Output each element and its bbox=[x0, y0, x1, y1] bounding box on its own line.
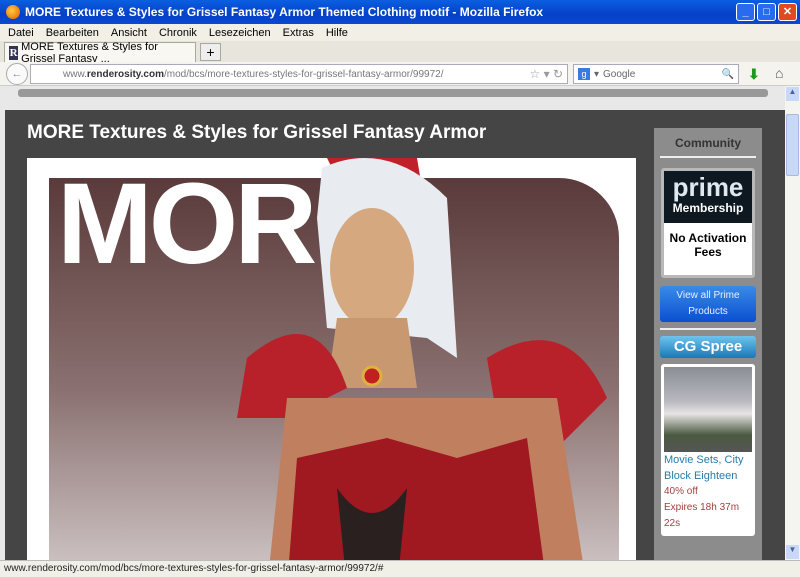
tab-active[interactable]: R MORE Textures & Styles for Grissel Fan… bbox=[4, 40, 196, 65]
menu-datei[interactable]: Datei bbox=[8, 27, 34, 39]
menu-bearbeiten[interactable]: Bearbeiten bbox=[46, 27, 99, 39]
deal-card[interactable]: Movie Sets, City Block Eighteen 40% off … bbox=[661, 364, 755, 536]
product-image[interactable]: MORE bbox=[27, 158, 636, 560]
new-tab-button[interactable]: + bbox=[200, 43, 221, 61]
scroll-up-arrow[interactable]: ▲ bbox=[786, 87, 799, 101]
cg-spree-banner[interactable]: CG Spree bbox=[660, 336, 756, 358]
product-panel: MORE Textures & Styles for Grissel Fanta… bbox=[5, 110, 785, 560]
search-placeholder: Google bbox=[603, 68, 636, 80]
prime-membership-ad[interactable]: prime Membership No Activation Fees bbox=[661, 168, 755, 278]
vertical-scrollbar[interactable]: ▲ ▼ bbox=[785, 86, 800, 560]
address-bar[interactable]: www. renderosity.com/mod/bcs/more-texture… bbox=[30, 64, 568, 84]
status-bar: www.renderosity.com/mod/bcs/more-texture… bbox=[0, 560, 800, 577]
magnifier-icon[interactable]: 🔍 bbox=[722, 69, 734, 80]
bookmark-star-icon[interactable]: ☆ bbox=[529, 67, 540, 81]
page-content: MORE Textures & Styles for Grissel Fanta… bbox=[0, 86, 785, 560]
maximize-button[interactable]: □ bbox=[757, 3, 776, 21]
url-prefix: www. bbox=[63, 68, 87, 80]
deal-expires: Expires 18h 37m 22s bbox=[664, 502, 740, 529]
window-title: MORE Textures & Styles for Grissel Fanta… bbox=[25, 5, 544, 19]
back-button[interactable]: ← bbox=[6, 63, 28, 85]
divider bbox=[660, 156, 756, 158]
scroll-thumb[interactable] bbox=[786, 114, 799, 176]
firefox-icon bbox=[6, 5, 20, 19]
home-icon[interactable]: ⌂ bbox=[775, 65, 783, 81]
menu-bar: Datei Bearbeiten Ansicht Chronik Lesezei… bbox=[0, 24, 800, 41]
sidebar-heading: Community bbox=[675, 136, 741, 150]
divider bbox=[660, 328, 756, 330]
menu-extras[interactable]: Extras bbox=[283, 27, 314, 39]
menu-lesezeichen[interactable]: Lesezeichen bbox=[209, 27, 271, 39]
menu-hilfe[interactable]: Hilfe bbox=[326, 27, 348, 39]
page-title: MORE Textures & Styles for Grissel Fanta… bbox=[27, 122, 487, 143]
url-domain: renderosity.com bbox=[86, 68, 164, 80]
minimize-button[interactable]: _ bbox=[736, 3, 755, 21]
prime-sub: Membership bbox=[672, 201, 744, 215]
scroll-down-arrow[interactable]: ▼ bbox=[786, 545, 799, 559]
google-icon[interactable]: g bbox=[578, 68, 590, 80]
deal-discount: 40% off bbox=[664, 486, 698, 497]
dropdown-icon[interactable]: ▾ bbox=[544, 67, 550, 81]
title-bar: MORE Textures & Styles for Grissel Fanta… bbox=[0, 0, 800, 24]
prime-tagline: No Activation Fees bbox=[669, 231, 747, 259]
navigation-bar: ← www. renderosity.com/mod/bcs/more-textu… bbox=[0, 62, 800, 86]
download-icon[interactable]: ⬇ bbox=[748, 66, 760, 83]
view-prime-products-button[interactable]: View all Prime Products bbox=[660, 286, 756, 322]
armor-figure-illustration bbox=[237, 158, 607, 560]
renderosity-favicon: R bbox=[9, 45, 19, 60]
community-sidebar: Community prime Membership No Activation… bbox=[654, 128, 762, 560]
deal-thumbnail[interactable] bbox=[664, 367, 752, 452]
tab-label: MORE Textures & Styles for Grissel Fanta… bbox=[21, 40, 158, 65]
tab-bar: R MORE Textures & Styles for Grissel Fan… bbox=[0, 40, 800, 65]
prime-logo: prime bbox=[672, 172, 744, 202]
reload-icon[interactable]: ↻ bbox=[553, 67, 563, 81]
close-button[interactable]: ✕ bbox=[778, 3, 797, 21]
header-bar bbox=[18, 89, 768, 97]
url-path: /mod/bcs/more-textures-styles-for-grisse… bbox=[163, 68, 444, 80]
deal-title[interactable]: Movie Sets, City Block Eighteen bbox=[664, 452, 752, 484]
menu-chronik[interactable]: Chronik bbox=[159, 27, 197, 39]
search-box[interactable]: g ▾ Google 🔍 bbox=[573, 64, 739, 84]
menu-ansicht[interactable]: Ansicht bbox=[111, 27, 147, 39]
